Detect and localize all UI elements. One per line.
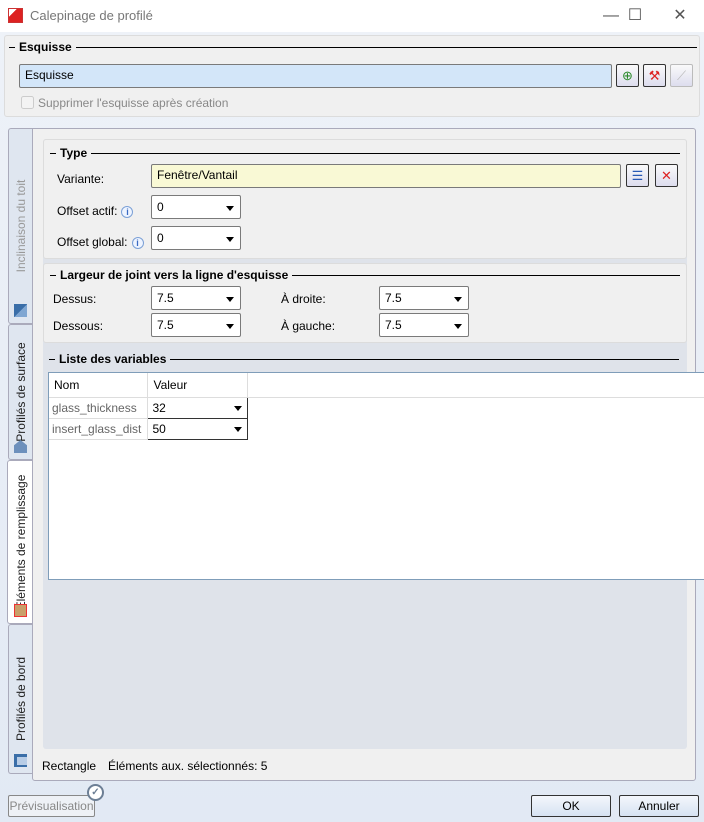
sketch-disabled-button: ⟋ — [670, 64, 693, 87]
info-icon[interactable]: i — [121, 206, 134, 218]
variable-name: insert_glass_dist — [49, 418, 149, 439]
offset-active-combo[interactable]: 0 — [151, 195, 241, 219]
edit-sketch-icon: ⚒ — [648, 68, 661, 83]
tab-edge-profiles[interactable]: Profilés de bord — [8, 624, 32, 774]
edge-profile-icon — [14, 754, 27, 767]
status-selected: Éléments aux. sélectionnés: 5 — [108, 759, 268, 773]
joint-title: Largeur de joint vers la ligne d'esquiss… — [60, 268, 289, 282]
surface-profile-icon — [14, 440, 27, 453]
combo-value: 0 — [157, 200, 164, 214]
left-combo[interactable]: 7.5 — [379, 313, 469, 337]
right-label: À droite: — [281, 292, 326, 306]
chevron-down-icon — [226, 206, 234, 211]
tab-surface-profiles[interactable]: Profilés de surface — [8, 324, 32, 460]
bottom-combo[interactable]: 7.5 — [151, 313, 241, 337]
tab-label: Inclinaison du toit — [13, 179, 28, 273]
maximize-button[interactable]: ☐ — [620, 4, 650, 28]
variable-value-combo[interactable]: 32 — [147, 396, 248, 419]
combo-value: 7.5 — [157, 291, 174, 305]
title-bar: Calepinage de profilé — ☐ ✕ — [0, 0, 704, 32]
column-header-name[interactable]: Nom — [49, 373, 149, 397]
sketch-field[interactable]: Esquisse — [19, 64, 612, 88]
preview-button: Prévisualisation — [8, 795, 95, 817]
tab-content: Type Variante: Fenêtre/Vantail ☰ ✕ Offse… — [32, 128, 704, 781]
type-title: Type — [60, 146, 88, 160]
chevron-down-icon — [454, 297, 462, 302]
bottom-label: Dessous: — [53, 319, 104, 333]
close-button[interactable]: ✕ — [665, 4, 695, 28]
top-combo[interactable]: 7.5 — [151, 286, 241, 310]
variables-header: Liste des variables — [49, 352, 679, 366]
tab-label: Éléments de remplissage — [13, 474, 28, 610]
check-icon: ✓ — [87, 784, 104, 801]
roof-icon — [14, 304, 27, 317]
chevron-down-icon — [234, 405, 242, 411]
offset-global-combo[interactable]: 0 — [151, 226, 241, 250]
chevron-down-icon — [226, 237, 234, 242]
tab-label: Profilés de surface — [13, 342, 28, 442]
chevron-down-icon — [226, 324, 234, 329]
fill-element-icon — [14, 604, 27, 617]
sketch-group-title: Esquisse — [19, 40, 72, 54]
status-shape: Rectangle — [42, 759, 97, 773]
table-row: insert_glass_dist 50 — [49, 417, 248, 440]
offset-active-label: Offset actif: — [57, 204, 118, 218]
sketch-group: Esquisse Esquisse ⊕ ⚒ ⟋ Supprimer l'esqu… — [4, 35, 700, 117]
tab-fill-elements[interactable]: Éléments de remplissage — [7, 460, 33, 624]
chevron-down-icon — [454, 324, 462, 329]
combo-value: 7.5 — [385, 291, 402, 305]
variant-browse-button[interactable]: ☰ — [626, 164, 649, 187]
cancel-button[interactable]: Annuler — [619, 795, 699, 817]
sketch-edit-button[interactable]: ⚒ — [643, 64, 666, 87]
variable-value-combo[interactable]: 50 — [147, 417, 248, 440]
chevron-down-icon — [234, 426, 242, 432]
combo-value: 50 — [152, 421, 166, 436]
ok-button[interactable]: OK — [531, 795, 611, 817]
chevron-down-icon — [226, 297, 234, 302]
sketch-add-button[interactable]: ⊕ — [616, 64, 639, 87]
combo-value: 7.5 — [157, 318, 174, 332]
variant-field[interactable]: Fenêtre/Vantail — [151, 164, 621, 188]
variables-table: Nom Valeur glass_thickness 32 insert_gla… — [48, 372, 704, 580]
variable-name: glass_thickness — [49, 397, 149, 418]
combo-value: 32 — [152, 400, 166, 415]
column-header-value[interactable]: Valeur — [147, 373, 248, 397]
variant-label: Variante: — [57, 172, 105, 186]
tab-label: Profilés de bord — [13, 656, 28, 742]
type-group: Type Variante: Fenêtre/Vantail ☰ ✕ Offse… — [43, 139, 687, 259]
list-icon: ☰ — [631, 168, 644, 183]
info-icon[interactable]: i — [131, 237, 144, 249]
variables-title: Liste des variables — [59, 352, 167, 366]
right-combo[interactable]: 7.5 — [379, 286, 469, 310]
left-label: À gauche: — [281, 319, 336, 333]
app-icon — [8, 8, 23, 23]
joint-group: Largeur de joint vers la ligne d'esquiss… — [43, 263, 687, 343]
add-sketch-icon: ⊕ — [622, 68, 633, 83]
delete-icon: ✕ — [661, 168, 672, 183]
table-row: glass_thickness 32 — [49, 396, 248, 419]
delete-sketch-label: Supprimer l'esquisse après création — [38, 96, 229, 110]
top-label: Dessus: — [53, 292, 97, 306]
offset-global-label: Offset global: — [57, 235, 128, 249]
delete-sketch-checkbox — [21, 96, 34, 109]
window-title: Calepinage de profilé — [30, 8, 153, 23]
variant-clear-button[interactable]: ✕ — [655, 164, 678, 187]
combo-value: 0 — [157, 231, 164, 245]
combo-value: 7.5 — [385, 318, 402, 332]
polyline-icon: ⟋ — [676, 68, 687, 83]
tab-roof-inclination[interactable]: Inclinaison du toit — [8, 128, 32, 324]
